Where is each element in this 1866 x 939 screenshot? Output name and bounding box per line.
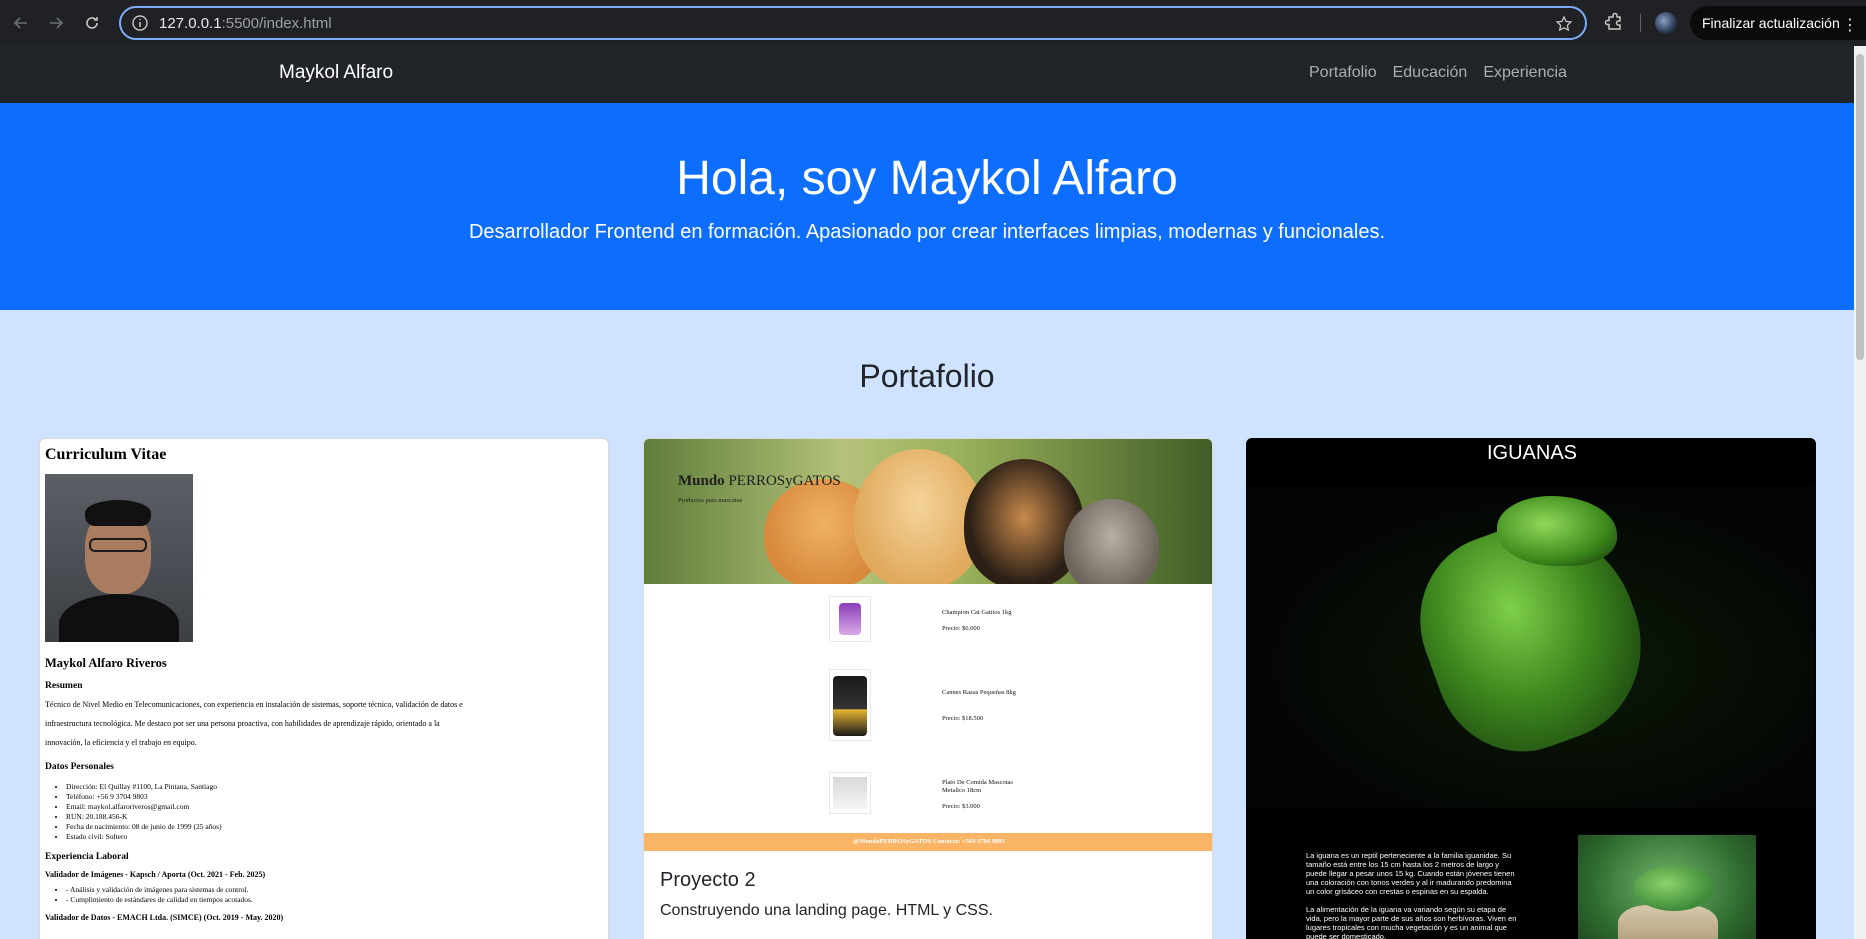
page-scrollbar[interactable] [1854, 46, 1866, 939]
project-card-landing[interactable]: Mundo PERROSyGATOS Productos para mascot… [643, 438, 1213, 939]
iguanas-paragraph-1: La iguana es un reptil perteneciente a l… [1306, 851, 1515, 896]
hero-title: Hola, soy Maykol Alfaro [676, 152, 1178, 205]
list-item: Fecha de nacimiento: 08 de junio de 1999… [66, 822, 603, 832]
landing-header-image: Mundo PERROSyGATOS Productos para mascot… [644, 439, 1212, 584]
cv-name: Maykol Alfaro Riveros [45, 656, 167, 670]
iguanas-paragraph-2: La alimentación de la iguana va variando… [1306, 905, 1517, 939]
landing-brand: Mundo PERROSyGATOS [678, 473, 841, 489]
cv-title: Curriculum Vitae [45, 446, 167, 463]
project-card-cv[interactable]: Curriculum Vitae Maykol Alfaro Riveros R… [39, 438, 609, 939]
cv-personal-list: Dirección: El Quillay #1100, La Pintana,… [45, 782, 603, 842]
list-item: Email: maykol.alfaroriveros@gmail.com [66, 802, 603, 812]
cv-profile-photo [45, 474, 193, 642]
product-image-3 [829, 772, 871, 814]
cv-experience-heading: Experiencia Laboral [45, 852, 129, 862]
hero-section: Hola, soy Maykol Alfaro Desarrollador Fr… [0, 103, 1854, 310]
navbar-links: Portafolio Educación Experiencia [1309, 64, 1567, 82]
product-name-3: Plato De Comida Mascotas Metalico 18cm [942, 779, 1013, 794]
product-price-3: Precio: $3.000 [942, 803, 980, 810]
cv-job2-title: Validador de Datos - EMACH Ltda. (SIMCE)… [45, 913, 284, 922]
list-item: Teléfono: +56 9 3704 9803 [66, 792, 603, 802]
iguana-photo [1578, 835, 1756, 939]
portfolio-title: Portafolio [859, 358, 995, 394]
profile-avatar-icon[interactable] [1655, 12, 1677, 34]
cv-job1-title: Validador de Imágenes - Kapsch / Aporta … [45, 870, 266, 879]
list-item: RUN: 20.188.456-K [66, 812, 603, 822]
product-price-2: Precio: $18.500 [942, 715, 984, 722]
browser-toolbar: 127.0.0.1:5500/index.html Finalizar actu… [0, 0, 1866, 46]
list-item: - Análisis y validación de imágenes para… [66, 885, 603, 895]
product-name-2: Cannes Razas Pequeñas 8kg [942, 689, 1016, 696]
iguanas-title: IGUANAS [1247, 439, 1815, 486]
product-image-1 [829, 596, 871, 642]
list-item: Estado civil: Soltero [66, 832, 603, 842]
cv-personal-heading: Datos Personales [45, 762, 114, 772]
address-bar[interactable]: 127.0.0.1:5500/index.html [119, 6, 1587, 40]
landing-footer: @MundoPERROSyGATOS Contacto: +569 3704 9… [644, 833, 1212, 851]
menu-dots-icon[interactable]: ⋮ [1842, 15, 1858, 35]
card-title: Proyecto 2 [660, 869, 756, 891]
product-name-1: Champion Cat Gatitos 1kg [942, 609, 1012, 616]
url-text: 127.0.0.1:5500/index.html [159, 14, 332, 32]
nav-link-portafolio[interactable]: Portafolio [1309, 64, 1377, 82]
reload-icon[interactable] [80, 11, 104, 35]
iguana-hero-image [1247, 486, 1815, 808]
list-item: - Cumplimiento de estándares de calidad … [66, 895, 603, 905]
page-viewport: Maykol Alfaro Portafolio Educación Exper… [0, 46, 1866, 939]
landing-tagline: Productos para mascotas [678, 497, 743, 504]
update-button[interactable]: Finalizar actualización ⋮ [1690, 6, 1866, 40]
product-image-2 [829, 669, 871, 741]
navbar-brand[interactable]: Maykol Alfaro [279, 62, 393, 84]
nav-link-experiencia[interactable]: Experiencia [1483, 64, 1567, 82]
cv-summary-heading: Resumen [45, 681, 83, 691]
scrollbar-thumb[interactable] [1856, 54, 1864, 360]
cv-preview: Curriculum Vitae Maykol Alfaro Riveros R… [40, 439, 608, 927]
cv-summary-text: Técnico de Nivel Medio en Telecomunicaci… [45, 700, 463, 747]
site-navbar: Maykol Alfaro Portafolio Educación Exper… [0, 46, 1854, 103]
hero-subtitle: Desarrollador Frontend en formación. Apa… [468, 221, 1386, 243]
back-icon[interactable] [9, 11, 33, 35]
product-price-1: Precio: $6.000 [942, 625, 980, 632]
cv-job1-list: - Análisis y validación de imágenes para… [45, 885, 603, 905]
extensions-icon[interactable] [1603, 12, 1625, 34]
card-text: Construyendo una landing page. HTML y CS… [660, 902, 993, 919]
list-item: Dirección: El Quillay #1100, La Pintana,… [66, 782, 603, 792]
site-info-icon[interactable] [131, 14, 149, 32]
nav-link-educacion[interactable]: Educación [1393, 64, 1468, 82]
forward-icon[interactable] [44, 11, 68, 35]
iguanas-description: La iguana es un reptil perteneciente a l… [1306, 851, 1521, 939]
toolbar-divider [1640, 14, 1641, 32]
project-card-iguanas[interactable]: IGUANAS La iguana es un reptil perteneci… [1246, 438, 1816, 939]
bookmark-star-icon[interactable] [1555, 15, 1573, 33]
update-button-label: Finalizar actualización [1702, 15, 1840, 31]
